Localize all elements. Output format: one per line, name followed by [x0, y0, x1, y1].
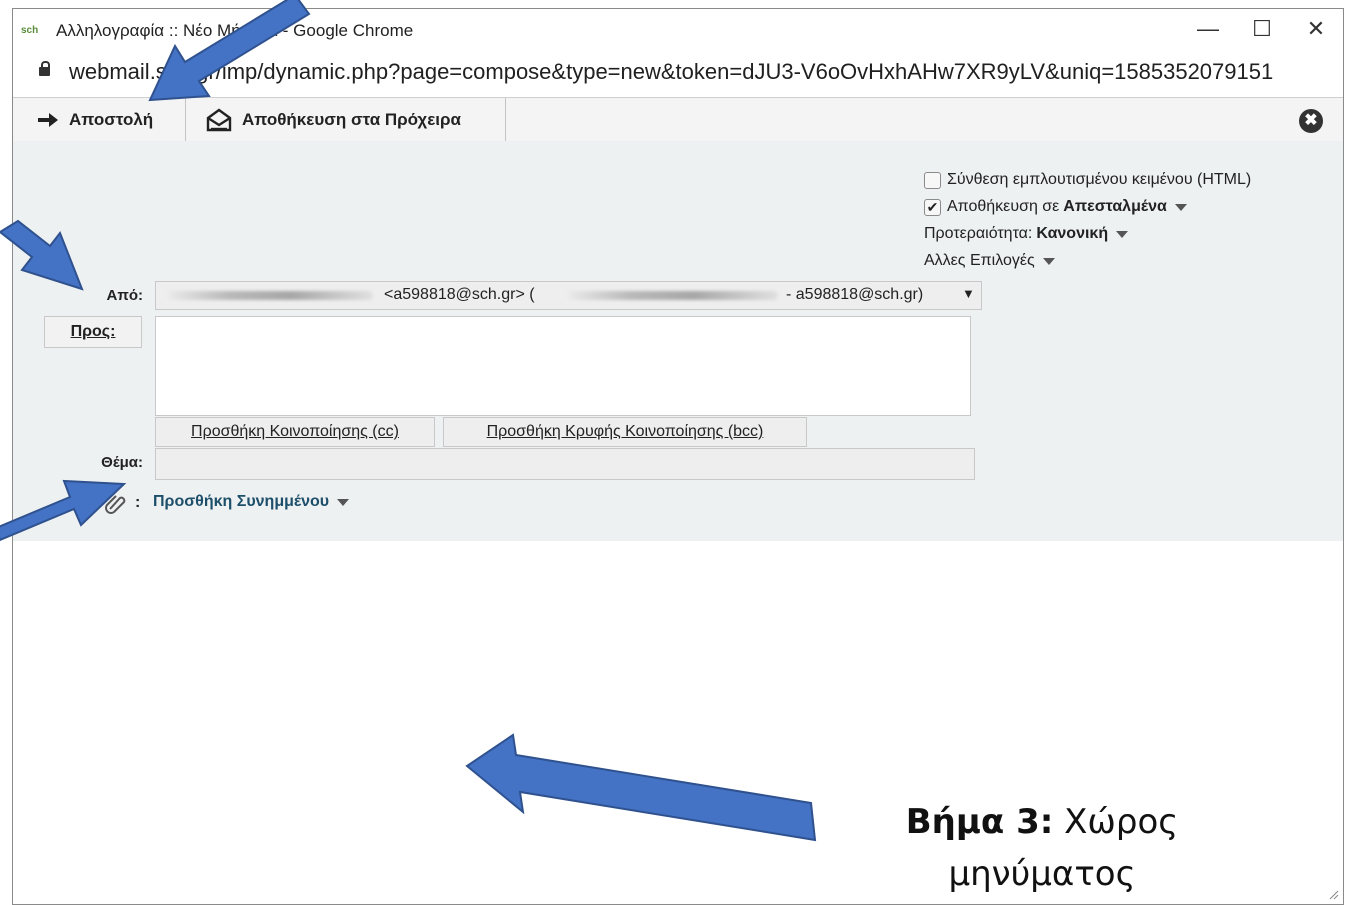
step-line-2: μηνύματος [948, 854, 1136, 894]
add-cc-link[interactable]: Προσθήκη Κοινοποίησης (cc) [155, 417, 435, 447]
message-headers: Σύνθεση εμπλουτισμένου κειμένου (HTML) ✔… [13, 141, 1343, 542]
url-text[interactable]: webmail.sch.gr/imp/dynamic.php?page=comp… [69, 59, 1273, 85]
save-sent-folder[interactable]: Απεσταλμένα [1063, 198, 1167, 216]
close-window-button[interactable]: ✕ [1293, 15, 1339, 45]
minimize-button[interactable]: — [1185, 15, 1231, 45]
step-text: Χώρος [1053, 802, 1179, 842]
html-compose-label: Σύνθεση εμπλουτισμένου κειμένου (HTML) [947, 171, 1252, 188]
send-button[interactable]: Αποστολή [13, 98, 186, 141]
resize-handle-icon[interactable] [1327, 888, 1339, 900]
window-title: Αλληλογραφία :: Νέο Μήνυμα - Google Chro… [56, 21, 414, 40]
title-bar: sch Αλληλογραφία :: Νέο Μήνυμα - Google … [13, 9, 1343, 49]
caret-down-icon[interactable] [1116, 230, 1129, 238]
close-compose-icon[interactable]: ✖ [1299, 109, 1323, 133]
send-label: Αποστολή [69, 109, 154, 129]
redacted-name [568, 291, 778, 300]
other-options[interactable]: Αλλες Επιλογές [924, 252, 1055, 270]
envelope-open-icon [206, 108, 232, 132]
save-sent-option[interactable]: ✔ Αποθήκευση σε Απεσταλμένα [924, 198, 1187, 216]
step-bold: Βήμα 3: [905, 802, 1054, 842]
save-draft-button[interactable]: Αποθήκευση στα Πρόχειρα [186, 98, 506, 141]
add-attachment-link[interactable]: Προσθήκη Συνημμένου [153, 493, 350, 511]
subject-label: Θέμα: [101, 454, 143, 471]
maximize-button[interactable]: ☐ [1239, 15, 1285, 45]
add-attachment-label: Προσθήκη Συνημμένου [153, 493, 330, 510]
step-annotation: Βήμα 3: Χώρος μηνύματος [872, 796, 1212, 900]
caret-down-icon [337, 498, 350, 506]
to-input[interactable] [155, 316, 971, 416]
to-button[interactable]: Προς: [44, 316, 142, 348]
html-compose-checkbox[interactable] [924, 171, 941, 189]
from-select[interactable]: <a598818@sch.gr> ( - a598818@sch.gr) ▼ [155, 281, 982, 310]
attach-colon: : [135, 494, 141, 511]
address-bar: webmail.sch.gr/imp/dynamic.php?page=comp… [13, 49, 1343, 97]
dropdown-caret-icon: ▼ [962, 286, 975, 301]
from-email-tail: - a598818@sch.gr) [786, 286, 924, 303]
redacted-name [168, 291, 373, 300]
lock-icon [39, 61, 50, 76]
from-email: <a598818@sch.gr> ( [384, 286, 535, 303]
compose-toolbar: Αποστολή Αποθήκευση στα Πρόχειρα ✖ [13, 97, 1343, 143]
other-options-label: Αλλες Επιλογές [924, 252, 1035, 269]
step-line-1: Βήμα 3: Χώρος [872, 796, 1212, 848]
priority-prefix: Προτεραιότητα: [924, 225, 1033, 242]
priority-value[interactable]: Κανονική [1036, 225, 1108, 243]
from-label: Από: [106, 287, 143, 304]
subject-input[interactable] [155, 448, 975, 480]
save-sent-prefix: Αποθήκευση σε [947, 198, 1060, 215]
save-draft-label: Αποθήκευση στα Πρόχειρα [242, 109, 461, 129]
caret-down-icon[interactable] [1174, 203, 1187, 211]
browser-window: sch Αλληλογραφία :: Νέο Μήνυμα - Google … [12, 8, 1344, 905]
html-compose-option[interactable]: Σύνθεση εμπλουτισμένου κειμένου (HTML) [924, 171, 1251, 189]
arrow-right-icon [37, 112, 59, 128]
save-sent-checkbox[interactable]: ✔ [924, 198, 941, 216]
paperclip-icon [104, 492, 128, 519]
add-bcc-link[interactable]: Προσθήκη Κρυφής Κοινοποίησης (bcc) [443, 417, 807, 447]
caret-down-icon[interactable] [1042, 257, 1055, 265]
priority-option[interactable]: Προτεραιότητα: Κανονική [924, 225, 1129, 243]
site-logo: sch [21, 25, 39, 36]
